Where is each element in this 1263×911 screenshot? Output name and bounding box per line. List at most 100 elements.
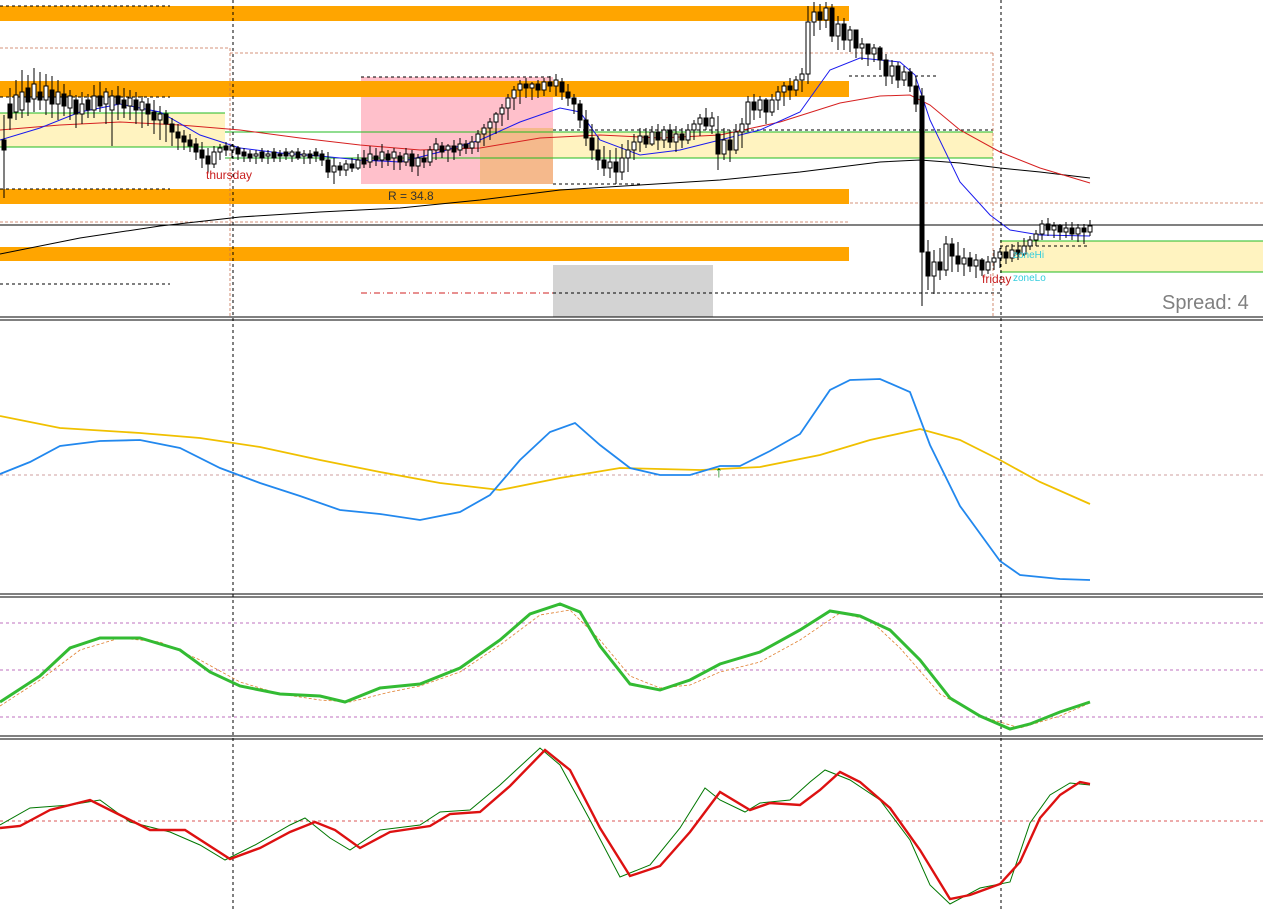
- candle-body: [169, 123, 175, 133]
- candle-body: [409, 153, 415, 167]
- candle-body: [595, 149, 601, 161]
- candle-body: [433, 143, 439, 151]
- candle-body: [151, 111, 157, 121]
- candle-body: [517, 83, 523, 91]
- grey-box: [553, 265, 713, 317]
- candle-body: [13, 94, 19, 113]
- candle-body: [715, 133, 721, 155]
- candle-body: [787, 85, 793, 91]
- candle-body: [709, 117, 715, 127]
- candle-body: [397, 155, 403, 163]
- candle-body: [271, 151, 277, 159]
- candle-body: [79, 103, 85, 115]
- candle-body: [187, 139, 193, 147]
- candle-body: [631, 141, 637, 151]
- candle-body: [451, 145, 457, 153]
- candle-body: [61, 93, 67, 107]
- candle-body: [793, 79, 799, 91]
- candle-body: [925, 251, 931, 277]
- chart-canvas: thursday R = 34.8 friday zoneHi zoneLo S…: [0, 0, 1263, 911]
- candle-body: [871, 47, 877, 55]
- candle-body: [967, 257, 973, 267]
- candle-body: [73, 99, 79, 115]
- candle-body: [289, 151, 295, 157]
- candle-body: [373, 155, 379, 161]
- candle-body: [439, 145, 445, 153]
- candle-body: [217, 147, 223, 153]
- candle-body: [1045, 223, 1051, 231]
- candle-body: [403, 153, 409, 163]
- candle-body: [25, 87, 31, 103]
- candle-body: [85, 99, 91, 111]
- candle-body: [295, 151, 301, 159]
- candle-body: [955, 255, 961, 265]
- candle-body: [829, 7, 835, 37]
- candle-body: [19, 91, 25, 111]
- candle-body: [661, 129, 667, 141]
- candle-body: [253, 153, 259, 157]
- candle-body: [175, 131, 181, 139]
- candle-body: [943, 243, 949, 271]
- candle-body: [343, 163, 349, 171]
- candle-body: [859, 43, 865, 49]
- candle-body: [385, 153, 391, 161]
- candle-body: [307, 153, 313, 159]
- candle-body: [607, 161, 613, 169]
- price-panel: thursday R = 34.8 friday zoneHi zoneLo S…: [0, 2, 1263, 318]
- candle-body: [745, 101, 751, 125]
- candle-body: [679, 133, 685, 141]
- candle-body: [547, 81, 553, 87]
- candle-body: [619, 157, 625, 173]
- candle-body: [991, 257, 997, 263]
- candle-body: [361, 157, 367, 165]
- candle-body: [31, 83, 37, 100]
- candle-body: [379, 151, 385, 161]
- candle-body: [565, 91, 571, 99]
- candle-body: [445, 145, 451, 151]
- candle-body: [1033, 233, 1039, 241]
- candle-body: [823, 7, 829, 21]
- candle-body: [493, 113, 499, 123]
- buy-arrow-icon: ↑: [715, 464, 723, 481]
- candle-body: [817, 11, 823, 21]
- candle-body: [757, 99, 763, 111]
- candle-body: [979, 259, 985, 271]
- candle-body: [1081, 227, 1087, 233]
- candle-body: [49, 89, 55, 105]
- candle-body: [895, 65, 901, 81]
- candle-body: [637, 135, 643, 143]
- candle-body: [853, 29, 859, 49]
- candle-body: [1075, 227, 1081, 235]
- candle-body: [1, 139, 7, 151]
- candle-body: [37, 91, 43, 101]
- candle-body: [259, 151, 265, 159]
- osc3-green-line: [0, 747, 1091, 905]
- candle-body: [649, 131, 655, 145]
- candle-body: [799, 73, 805, 81]
- candle-body: [67, 95, 73, 109]
- candle-body: [589, 137, 595, 151]
- candle-body: [1057, 225, 1063, 233]
- candle-body: [319, 153, 325, 161]
- thursday-label: thursday: [206, 168, 252, 182]
- candle-body: [205, 155, 211, 165]
- candle-body: [1087, 225, 1093, 233]
- candle-body: [763, 99, 769, 113]
- candle-body: [691, 123, 697, 131]
- candle-body: [835, 23, 841, 37]
- candle-body: [613, 161, 619, 173]
- candle-body: [931, 261, 937, 277]
- candle-body: [559, 81, 565, 93]
- candle-body: [43, 85, 49, 101]
- candle-body: [1027, 239, 1033, 247]
- candle-body: [553, 79, 559, 87]
- candle-body: [571, 97, 577, 105]
- candle-body: [199, 149, 205, 159]
- candle-body: [673, 133, 679, 143]
- osc1-gold-line: [0, 415, 1091, 505]
- friday-label: friday: [982, 272, 1011, 286]
- candle-body: [1039, 223, 1045, 235]
- candle-body: [721, 139, 727, 155]
- oscillator-2-panel: [0, 602, 1263, 731]
- candle-body: [223, 145, 229, 151]
